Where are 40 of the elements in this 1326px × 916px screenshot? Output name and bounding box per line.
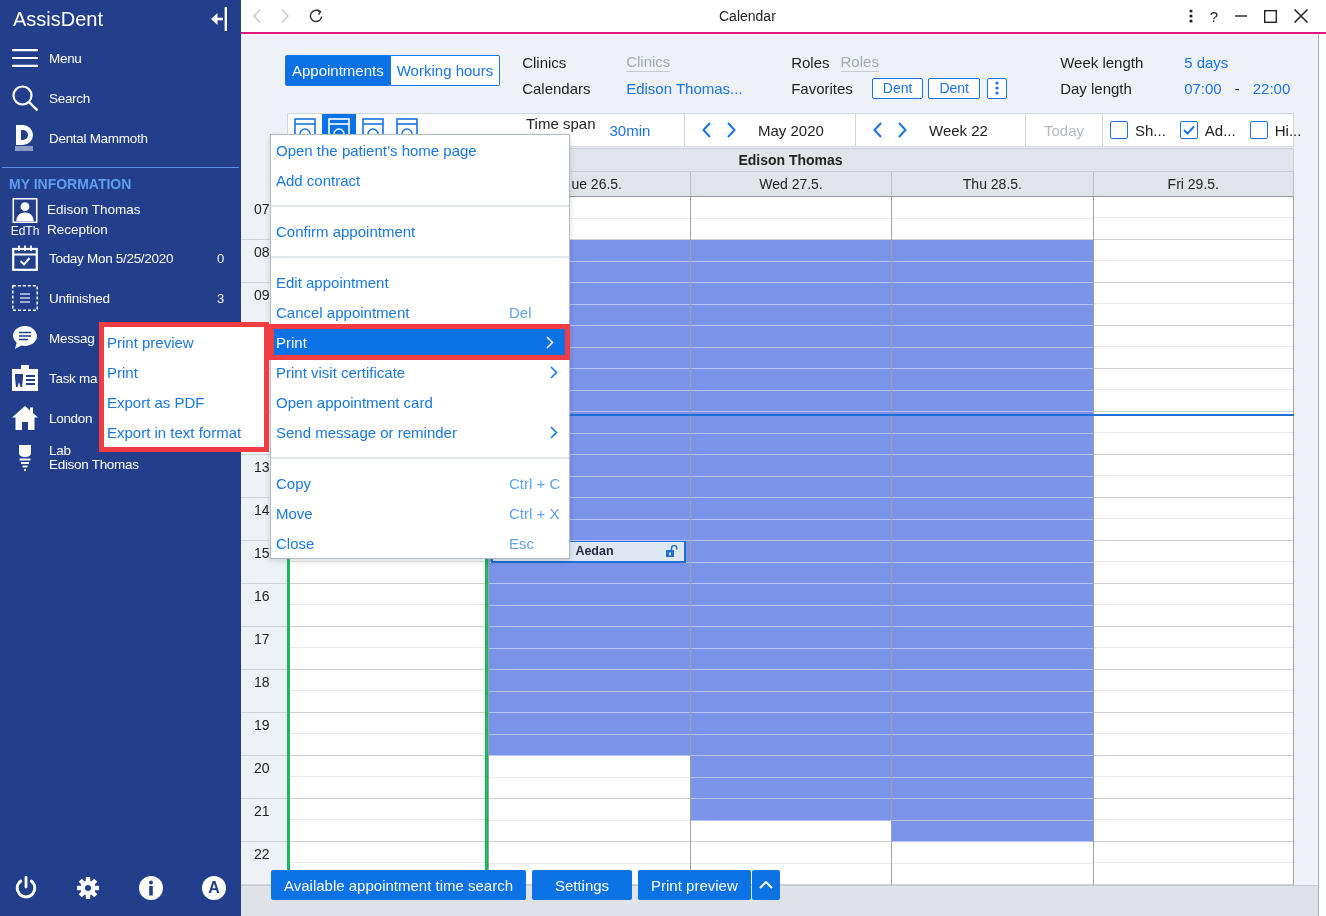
day-header: Wed 27.5.	[689, 171, 892, 197]
week-label: Week 22	[929, 121, 988, 139]
month-label: May 2020	[758, 121, 824, 139]
day-header: Fri 29.5.	[1092, 171, 1294, 197]
shortcut-label: Del	[509, 303, 533, 321]
checkbox-label: Ad...	[1204, 121, 1236, 139]
item-count: 0	[217, 250, 224, 266]
user-name: Edison Thomas	[47, 201, 141, 219]
field-label: Clinics	[522, 53, 567, 71]
day-header: Thu 28.5.	[891, 171, 1093, 197]
hour-label: 15	[254, 545, 270, 561]
shortcut-label: Ctrl + X	[509, 504, 561, 522]
item-count: 3	[217, 290, 224, 306]
window-title: Calendar	[719, 8, 776, 24]
checkbox-label: Hi...	[1274, 121, 1302, 139]
hour-label: 13	[254, 459, 270, 475]
section-title: MY INFORMATION	[8, 175, 133, 193]
hour-label: 19	[254, 717, 270, 733]
hour-label: 09	[254, 287, 270, 303]
field-label: Roles	[791, 53, 830, 71]
range-separator: -	[1234, 79, 1240, 97]
user-role: Reception	[47, 221, 109, 239]
hour-label: 14	[254, 502, 270, 518]
field-label: Week length	[1060, 53, 1144, 71]
hour-label: 08	[254, 244, 270, 260]
hour-label: 17	[254, 631, 270, 647]
hour-label: 18	[254, 674, 270, 690]
field-label: Day length	[1060, 79, 1132, 97]
field-label: Favorites	[791, 79, 853, 97]
time-span-label: Time span	[526, 116, 596, 132]
field-label: Calendars	[522, 79, 591, 97]
shortcut-label: Ctrl + C	[509, 474, 562, 492]
hour-label: 07	[254, 201, 270, 217]
app-name: AssisDent	[13, 7, 104, 31]
hour-label: 20	[254, 760, 270, 776]
hour-label: 16	[254, 588, 270, 604]
checkbox-label: Sh...	[1135, 121, 1166, 139]
user-initials: EdTh	[10, 224, 40, 238]
hour-label: 22	[254, 846, 270, 862]
hour-label: 21	[254, 803, 270, 819]
